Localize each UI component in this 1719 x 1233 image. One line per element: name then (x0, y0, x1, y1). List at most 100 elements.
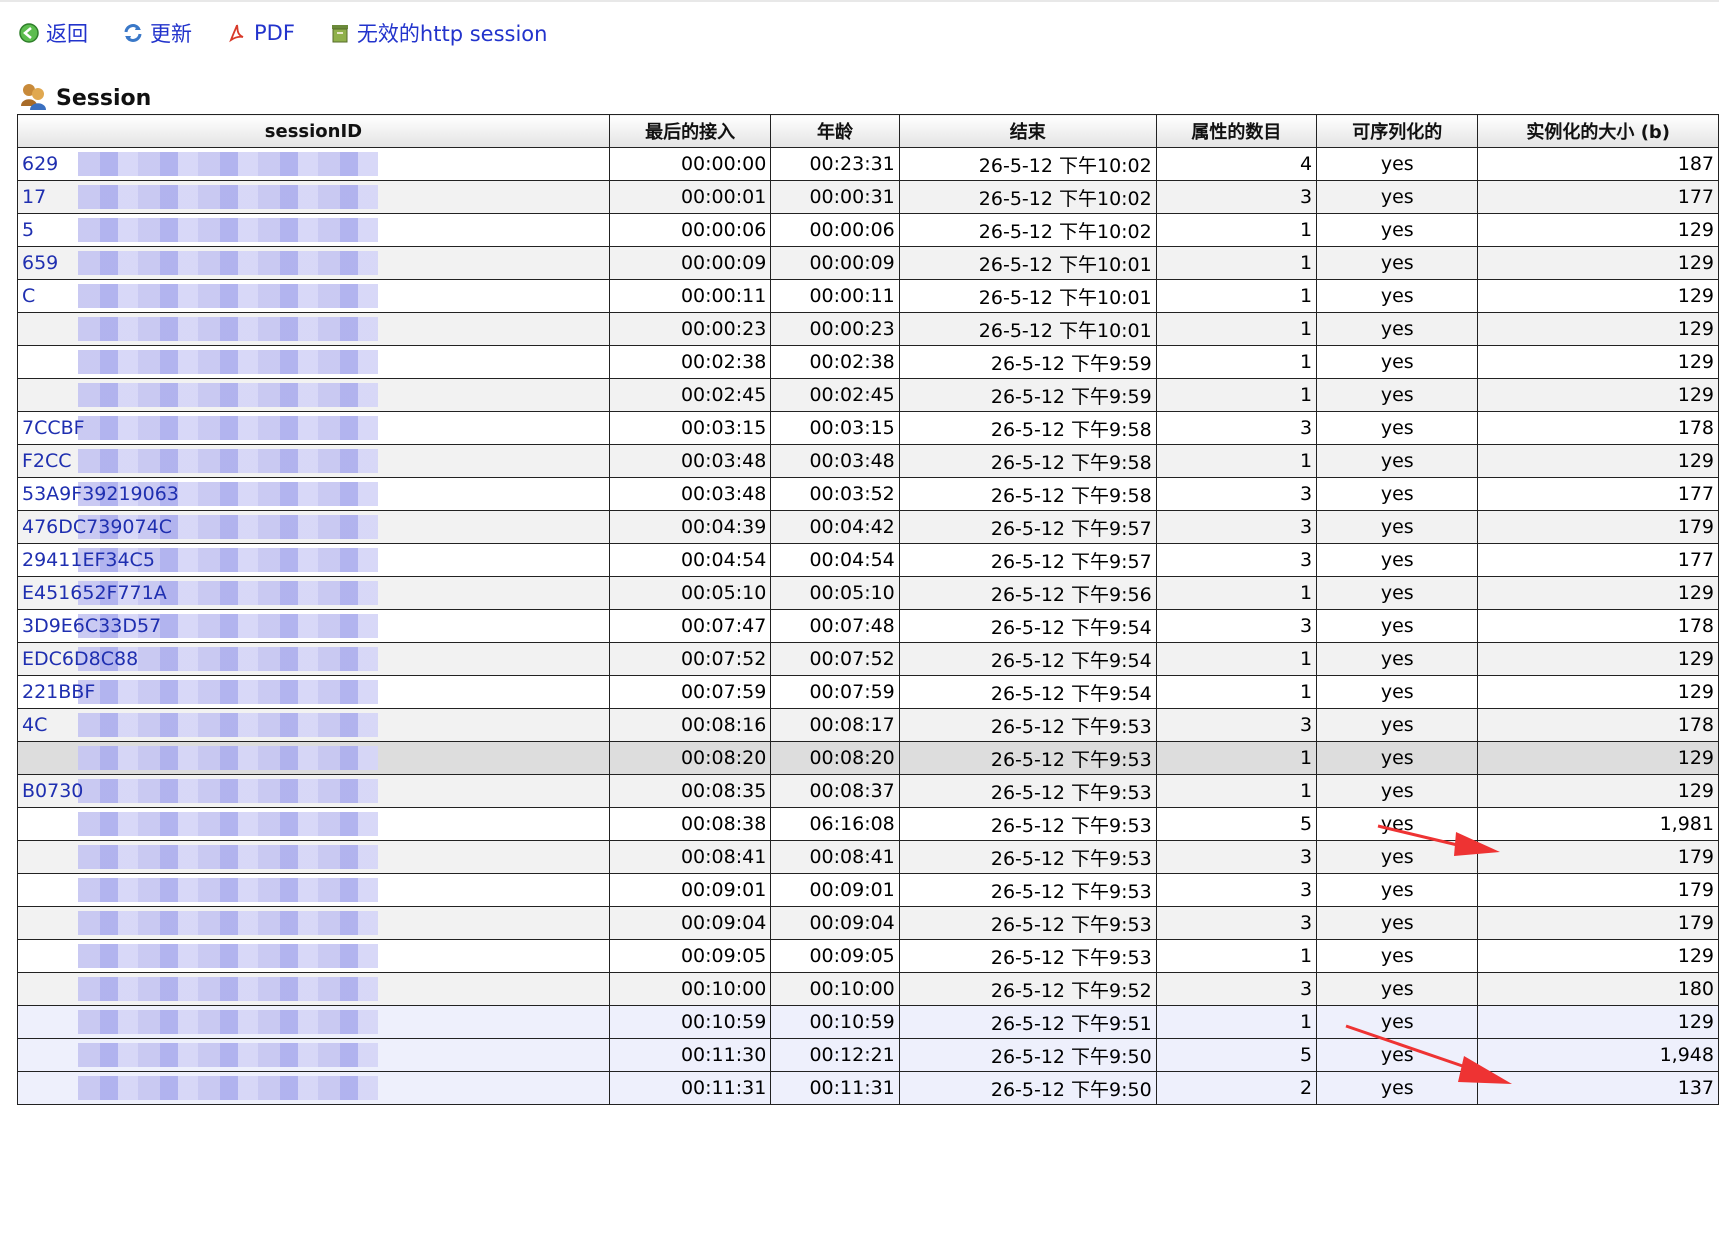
cell-attribute-count: 3 (1155, 180, 1318, 214)
cell-serializable: yes (1316, 939, 1479, 973)
cell-expiry: 26-5-12 下午9:50 (898, 1038, 1157, 1072)
table-row: 3D9E6C33D57 00:07:47 00:07:48 26-5-12 下午9:5… (17, 609, 1719, 643)
cell-expiry: 26-5-12 下午9:58 (898, 411, 1157, 445)
redacted-session-id-mask (78, 1010, 378, 1034)
table-row: 00:09:05 00:09:05 26-5-12 下午9:53 1 yes 129 (17, 939, 1719, 973)
cell-serializable: yes (1316, 972, 1479, 1006)
session-id-link[interactable]: F2CC (22, 450, 72, 472)
redacted-session-id-mask (78, 251, 378, 275)
cell-session-id[interactable]: 7CCBF (17, 411, 610, 445)
cell-session-id[interactable]: 476DC739074C (17, 510, 610, 544)
back-label: 返回 (46, 22, 88, 46)
cell-expiry: 26-5-12 下午9:53 (898, 774, 1157, 808)
cell-session-id[interactable]: 53A9F39219063 (17, 477, 610, 511)
col-attribute-count[interactable]: 属性的数目 (1155, 114, 1318, 148)
session-id-link[interactable]: 17 (22, 186, 46, 208)
session-id-link[interactable]: 53A9F39219063 (22, 483, 179, 505)
cell-session-id[interactable]: 5 (17, 213, 610, 247)
cell-session-id[interactable] (17, 807, 610, 841)
cell-session-id[interactable]: 3D9E6C33D57 (17, 609, 610, 643)
cell-session-id[interactable] (17, 345, 610, 379)
cell-age: 00:11:31 (770, 1071, 900, 1105)
redacted-session-id-mask (78, 779, 378, 803)
cell-attribute-count: 1 (1155, 246, 1318, 280)
cell-session-id[interactable]: EDC6D8C88 (17, 642, 610, 676)
cell-session-id[interactable]: 29411EF34C5 (17, 543, 610, 577)
cell-session-id[interactable]: 4C (17, 708, 610, 742)
cell-expiry: 26-5-12 下午9:51 (898, 1005, 1157, 1039)
col-last-access[interactable]: 最后的接入 (608, 114, 772, 148)
session-id-link[interactable]: 659 (22, 252, 58, 274)
cell-serialized-size: 177 (1477, 477, 1719, 511)
cell-attribute-count: 1 (1155, 213, 1318, 247)
cell-expiry: 26-5-12 下午10:01 (898, 312, 1157, 346)
session-id-link[interactable]: 4C (22, 714, 47, 736)
session-id-link[interactable]: 7CCBF (22, 417, 85, 439)
invalidate-sessions-button[interactable]: 无效的http session (329, 18, 547, 48)
cell-session-id[interactable] (17, 840, 610, 874)
back-button[interactable]: 返回 (18, 18, 88, 48)
cell-attribute-count: 3 (1155, 972, 1318, 1006)
cell-session-id[interactable] (17, 873, 610, 907)
cell-age: 00:09:04 (770, 906, 900, 940)
back-icon (18, 22, 40, 44)
cell-age: 00:00:09 (770, 246, 900, 280)
cell-session-id[interactable] (17, 906, 610, 940)
redacted-session-id-mask (78, 284, 378, 308)
cell-session-id[interactable]: F2CC (17, 444, 610, 478)
cell-serialized-size: 129 (1477, 444, 1719, 478)
cell-session-id[interactable]: 17 (17, 180, 610, 214)
cell-session-id[interactable]: B0730 (17, 774, 610, 808)
refresh-button[interactable]: 更新 (122, 18, 192, 48)
refresh-icon (122, 22, 144, 44)
cell-session-id[interactable] (17, 939, 610, 973)
cell-session-id[interactable] (17, 1071, 610, 1105)
table-row: 53A9F39219063 00:03:48 00:03:52 26-5-12 下午9… (17, 477, 1719, 511)
col-age[interactable]: 年龄 (770, 114, 900, 148)
pdf-button[interactable]: PDF (226, 21, 295, 45)
cell-session-id[interactable]: 629 (17, 147, 610, 181)
session-id-link[interactable]: E451652F771A (22, 582, 167, 604)
cell-attribute-count: 4 (1155, 147, 1318, 181)
col-session-id[interactable]: sessionID (17, 114, 610, 148)
cell-attribute-count: 1 (1155, 675, 1318, 709)
cell-session-id[interactable] (17, 378, 610, 412)
cell-last-access: 00:00:00 (608, 147, 772, 181)
redacted-session-id-mask (78, 1043, 378, 1067)
cell-serialized-size: 129 (1477, 642, 1719, 676)
cell-session-id[interactable]: E451652F771A (17, 576, 610, 610)
session-id-link[interactable]: 29411EF34C5 (22, 549, 155, 571)
session-id-link[interactable]: B0730 (22, 780, 83, 802)
cell-attribute-count: 1 (1155, 576, 1318, 610)
cell-session-id[interactable] (17, 741, 610, 775)
cell-serializable: yes (1316, 675, 1479, 709)
cell-session-id[interactable]: 659 (17, 246, 610, 280)
cell-session-id[interactable] (17, 312, 610, 346)
redacted-session-id-mask (78, 680, 378, 704)
cell-session-id[interactable] (17, 1005, 610, 1039)
cell-age: 00:07:48 (770, 609, 900, 643)
session-id-link[interactable]: 476DC739074C (22, 516, 172, 538)
session-id-link[interactable]: 629 (22, 153, 58, 175)
col-expiry[interactable]: 结束 (898, 114, 1157, 148)
redacted-session-id-mask (78, 944, 378, 968)
redacted-session-id-mask (78, 977, 378, 1001)
cell-serialized-size: 129 (1477, 312, 1719, 346)
redacted-session-id-mask (78, 878, 378, 902)
cell-session-id[interactable]: C (17, 279, 610, 313)
col-serializable[interactable]: 可序列化的 (1316, 114, 1479, 148)
session-id-link[interactable]: EDC6D8C88 (22, 648, 138, 670)
redacted-session-id-mask (78, 449, 378, 473)
session-id-link[interactable]: C (22, 285, 35, 307)
session-id-link[interactable]: 221BBF (22, 681, 95, 703)
cell-serialized-size: 187 (1477, 147, 1719, 181)
table-row: 00:08:38 06:16:08 26-5-12 下午9:53 5 yes 1,981 (17, 807, 1719, 841)
cell-session-id[interactable] (17, 1038, 610, 1072)
cell-session-id[interactable]: 221BBF (17, 675, 610, 709)
session-id-link[interactable]: 5 (22, 219, 34, 241)
col-serialized-size[interactable]: 实例化的大小 (b) (1477, 114, 1719, 148)
session-id-link[interactable]: 3D9E6C33D57 (22, 615, 161, 637)
cell-session-id[interactable] (17, 972, 610, 1006)
cell-attribute-count: 3 (1155, 609, 1318, 643)
cell-age: 00:00:11 (770, 279, 900, 313)
